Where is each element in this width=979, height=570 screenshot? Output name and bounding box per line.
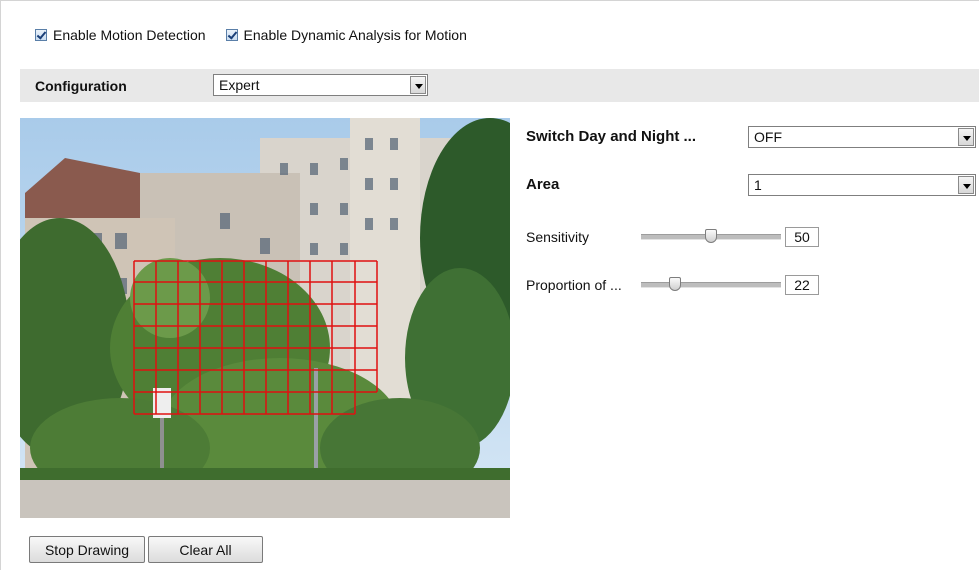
enable-motion-detection-checkbox[interactable] [35,29,47,41]
camera-image [20,118,510,518]
sensitivity-slider[interactable] [641,229,781,243]
proportion-value[interactable]: 22 [785,275,819,295]
enable-dynamic-analysis-label: Enable Dynamic Analysis for Motion [243,27,467,43]
proportion-slider-handle[interactable] [669,277,682,291]
chevron-down-icon[interactable] [958,128,974,146]
configuration-bar: Configuration Expert [20,69,979,102]
video-preview[interactable] [20,118,510,518]
chevron-down-icon[interactable] [410,76,426,94]
sensitivity-value[interactable]: 50 [785,227,819,247]
switch-day-night-label: Switch Day and Night ... [526,128,697,145]
switch-day-night-select[interactable]: OFF [748,126,976,148]
area-select[interactable]: 1 [748,174,976,196]
switch-day-night-value: OFF [754,129,782,145]
area-label: Area [526,176,560,193]
configuration-value: Expert [219,77,260,93]
configuration-select[interactable]: Expert [213,74,428,96]
checkbox-row: Enable Motion Detection Enable Dynamic A… [35,27,481,43]
enable-dynamic-analysis-checkbox[interactable] [225,29,238,41]
sensitivity-label: Sensitivity [526,229,590,245]
sensitivity-slider-handle[interactable] [705,229,717,243]
stop-drawing-button[interactable]: Stop Drawing [29,536,145,563]
clear-all-button[interactable]: Clear All [148,536,263,563]
proportion-slider[interactable] [641,277,781,291]
proportion-label: Proportion of ... [526,277,622,293]
chevron-down-icon[interactable] [958,176,974,194]
area-value: 1 [754,177,762,193]
configuration-label: Configuration [35,78,127,94]
enable-motion-detection-label: Enable Motion Detection [53,27,206,43]
